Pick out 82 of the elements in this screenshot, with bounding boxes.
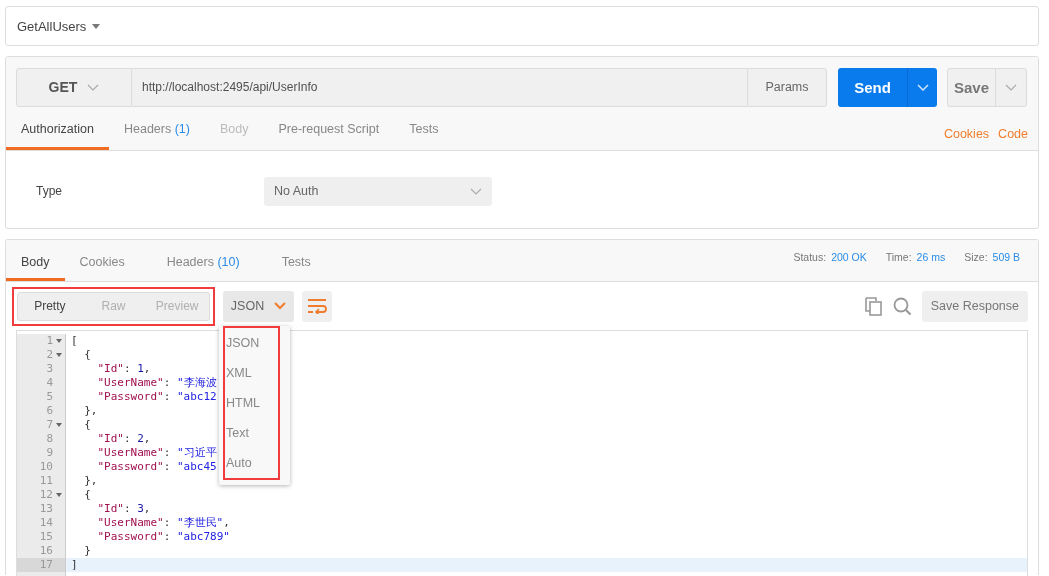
tab[interactable]: Headers (10) (139, 240, 267, 281)
dropdown-arrow-icon[interactable] (92, 23, 101, 29)
code-line: "Id": 2, (96, 432, 151, 445)
line-number: 8 (46, 432, 53, 446)
params-button[interactable]: Params (747, 67, 827, 107)
wrap-lines-button[interactable] (302, 290, 332, 322)
menu-item[interactable]: Auto (226, 448, 278, 478)
send-button[interactable]: Send (838, 67, 907, 107)
auth-type-dropdown[interactable]: No Auth (264, 176, 492, 206)
line-number: 6 (46, 404, 53, 418)
tab[interactable]: Body (6, 240, 65, 281)
stat-label: Status: (793, 250, 827, 263)
fold-arrow-icon[interactable] (56, 493, 62, 497)
code-line: "Password": "abc45 (96, 460, 217, 473)
caret-icon (470, 187, 482, 195)
code-line: ] (71, 558, 78, 571)
code-line: { (83, 418, 91, 431)
tab[interactable]: Tests (266, 240, 326, 281)
menu-item[interactable]: Text (226, 418, 278, 448)
copy-icon[interactable] (864, 296, 883, 316)
request-name[interactable]: GetAllUsers (17, 18, 87, 34)
send-options-button[interactable] (907, 67, 937, 107)
code-line: "UserName": "李海波 (96, 376, 217, 389)
tab[interactable]: Authorization (6, 107, 109, 150)
caret-icon (916, 83, 929, 91)
format-dropdown[interactable]: JSON (223, 290, 294, 322)
method-dropdown[interactable]: GET (16, 67, 132, 107)
code-line: "Id": 3, (96, 502, 151, 515)
line-number: 17 (39, 558, 53, 572)
fold-arrow-icon[interactable] (56, 423, 62, 427)
code-line: }, (83, 404, 98, 417)
fold-arrow-icon[interactable] (56, 353, 62, 357)
line-number: 1 (46, 334, 53, 348)
tab[interactable]: Headers (1) (108, 107, 205, 150)
line-number: 7 (46, 418, 53, 432)
url-field[interactable]: http://localhost:2495/api/UserInfo (132, 67, 747, 107)
line-number: 12 (39, 488, 53, 502)
stat-value: 26 ms (916, 250, 946, 263)
type-label: Type (36, 184, 63, 198)
search-icon[interactable] (892, 296, 912, 316)
code-line: "Password": "abc789" (96, 530, 230, 543)
tab[interactable]: Cookies (64, 240, 140, 281)
tab[interactable]: Tests (394, 107, 454, 150)
stat-label: Size: (964, 250, 988, 263)
link[interactable]: Code (998, 127, 1028, 141)
stat-value: 509 B (992, 250, 1020, 263)
line-number: 4 (46, 376, 53, 390)
view-mode-tab[interactable]: Raw (81, 292, 146, 320)
link[interactable]: Cookies (943, 127, 990, 141)
line-number: 15 (39, 530, 53, 544)
code-line: "Id": 1, (96, 362, 151, 375)
code-line: }, (83, 474, 98, 487)
code-line: "UserName": "习近平 (96, 446, 217, 459)
caret-icon (274, 302, 287, 310)
stat-label: Time: (885, 250, 912, 263)
fold-arrow-icon[interactable] (56, 339, 62, 343)
line-number: 11 (39, 474, 53, 488)
menu-item[interactable]: JSON (226, 328, 278, 358)
menu-item[interactable]: XML (226, 358, 278, 388)
line-number: 3 (46, 362, 53, 376)
line-number: 5 (46, 390, 53, 404)
stat-value: 200 OK (831, 250, 867, 263)
caret-icon (87, 83, 100, 91)
code-line: { (83, 488, 91, 501)
wrap-icon (307, 298, 327, 314)
code-line: { (83, 348, 91, 361)
line-number: 9 (46, 446, 53, 460)
line-number: 16 (39, 544, 53, 558)
line-number: 14 (39, 516, 53, 530)
tab[interactable]: Pre-request Script (263, 107, 395, 150)
code-line: "Password": "abc12 (96, 390, 217, 403)
code-line: "UserName": "李世民", (96, 516, 230, 529)
line-number: 2 (46, 348, 53, 362)
view-mode-tab[interactable]: Pretty (18, 292, 82, 320)
line-number: 10 (39, 460, 53, 474)
code-line: [ (71, 334, 78, 347)
save-response-button[interactable]: Save Response (921, 290, 1028, 322)
line-number: 13 (39, 502, 53, 516)
menu-item[interactable]: HTML (226, 388, 278, 418)
code-line: } (83, 544, 91, 557)
caret-icon (1005, 83, 1017, 91)
view-mode-tab[interactable]: Preview (145, 292, 209, 320)
